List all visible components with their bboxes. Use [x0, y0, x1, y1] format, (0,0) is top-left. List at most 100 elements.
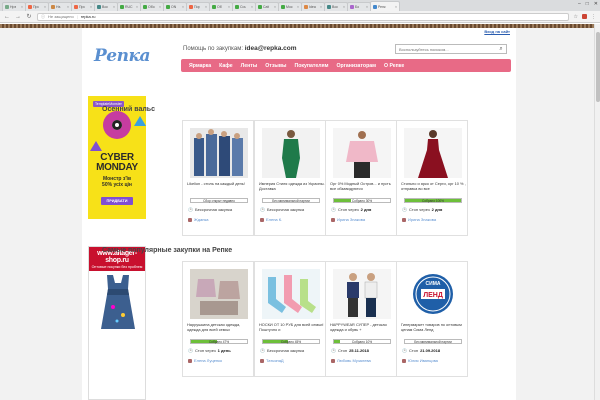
card-image[interactable] [262, 128, 320, 178]
card-image[interactable] [333, 269, 391, 319]
tab-close-icon[interactable]: × [44, 5, 46, 9]
info-icon[interactable]: ⓘ [41, 14, 45, 20]
card-organizer[interactable]: Елена К. [260, 217, 282, 222]
card-organizer[interactable]: Елена Луценко [188, 358, 222, 363]
card-image[interactable] [333, 128, 391, 178]
browser-tab[interactable]: Вос × [94, 2, 118, 11]
purchase-card[interactable]: HAPPYWEAR СУПЕР - детская одежда и обувь… [325, 261, 397, 377]
tab-favicon-icon [97, 5, 101, 9]
address-field[interactable]: ⓘ Не защищено | repka.ru [37, 12, 569, 21]
ad-buy-button[interactable]: ПРИДБАТИ [101, 197, 133, 205]
organizer-name: Елена К. [266, 217, 283, 222]
browser-tab[interactable]: Catt × [255, 2, 279, 11]
card-title[interactable]: Likelion - стиль на каждый день! [187, 181, 253, 196]
tab-close-icon[interactable]: × [205, 5, 207, 9]
tab-close-icon[interactable]: × [297, 5, 299, 9]
card-organizer[interactable]: Ирина Знакова [331, 217, 365, 222]
purchase-card[interactable]: ЛЕНД СИМА Гипермаркет товаров по оптовым ц… [396, 261, 468, 377]
progress-label: Без минимальной партии [414, 339, 452, 344]
tab-close-icon[interactable]: × [113, 5, 115, 9]
cyber-monday-ad[interactable]: TemplateMonster CYBER MONDAY Монстр з'їв… [88, 96, 146, 219]
browser-tab[interactable]: ON × [163, 2, 187, 11]
tab-close-icon[interactable]: × [274, 5, 276, 9]
browser-tab[interactable]: Cou × [232, 2, 256, 11]
page-scrollbar[interactable] [594, 24, 600, 400]
card-organizer[interactable]: ТатьянаД [260, 358, 284, 363]
close-window-icon[interactable]: ✕ [594, 1, 598, 7]
card-meta: 🕒 Стоп через 1 день [188, 348, 231, 353]
menu-item[interactable]: Ленты [241, 63, 258, 69]
card-organizer[interactable]: Любовь Музалева [331, 358, 371, 363]
search-icon[interactable]: ⌕ [496, 46, 506, 53]
bookmark-star-icon[interactable]: ☆ [574, 14, 578, 20]
forward-icon[interactable]: → [15, 14, 21, 20]
card-organizer[interactable]: Юлия Иванцова [402, 358, 438, 363]
tab-close-icon[interactable]: × [366, 5, 368, 9]
purchase-card[interactable]: Наррушкина детская одежда, одежда для вс… [182, 261, 254, 377]
browser-tab[interactable]: Мос × [278, 2, 302, 11]
browser-tab[interactable]: Вос × [324, 2, 348, 11]
purchase-card[interactable]: Стильно и ярко от Серги, орг 10 % , отпр… [396, 120, 468, 236]
card-image[interactable] [190, 269, 248, 319]
tab-close-icon[interactable]: × [136, 5, 138, 9]
browser-tab[interactable]: Про × [25, 2, 49, 11]
tab-close-icon[interactable]: × [159, 5, 161, 9]
card-organizer[interactable]: Ирина Знакова [402, 217, 436, 222]
browser-tab[interactable]: Об × [209, 2, 233, 11]
extension-icon[interactable] [582, 13, 587, 19]
purchase-card[interactable]: Империя Стиля одежда из Украины. Доставк… [254, 120, 326, 236]
search-input[interactable] [396, 46, 496, 52]
browser-tab[interactable]: Пор × [186, 2, 210, 11]
tab-close-icon[interactable]: × [343, 5, 345, 9]
card-image[interactable] [262, 269, 320, 319]
tab-close-icon[interactable]: × [90, 5, 92, 9]
card-title[interactable]: Империя Стиля одежда из Украины. Доставк… [259, 181, 325, 196]
tab-close-icon[interactable]: × [21, 5, 23, 9]
menu-dots-icon[interactable]: ⋮ [591, 14, 596, 20]
altager-shop-ad[interactable]: www.altager-shop.ru Оптовые покупки без … [88, 246, 146, 400]
scrollbar-thumb[interactable] [596, 32, 600, 102]
card-image[interactable] [404, 128, 462, 178]
tab-close-icon[interactable]: × [395, 5, 397, 9]
purchase-card[interactable]: Likelion - стиль на каждый день! Сбор отк… [182, 120, 254, 236]
browser-tab[interactable]: Нэ. × [48, 2, 72, 11]
help-email[interactable]: idea@repka.com [245, 45, 297, 52]
tab-close-icon[interactable]: × [228, 5, 230, 9]
tab-close-icon[interactable]: × [182, 5, 184, 9]
tab-close-icon[interactable]: × [67, 5, 69, 9]
menu-item[interactable]: Организаторам [336, 63, 376, 69]
card-title[interactable]: HAPPYWEAR СУПЕР - детская одежда и обувь… [330, 322, 396, 337]
browser-tab[interactable]: Бо × [347, 2, 371, 11]
tab-close-icon[interactable]: × [251, 5, 253, 9]
menu-item[interactable]: Покупателям [294, 63, 328, 69]
clock-icon: 🕒 [260, 207, 265, 212]
card-title[interactable]: НОСКИ ОТ 10 РУБ для всей семьи! Поштучно… [259, 322, 325, 337]
menu-item[interactable]: Кафе [219, 63, 232, 69]
card-title[interactable]: Стильно и ярко от Серги, орг 10 % , отпр… [401, 181, 467, 196]
browser-tab[interactable]: Про × [71, 2, 95, 11]
purchase-card[interactable]: НОСКИ ОТ 10 РУБ для всей семьи! Поштучно… [254, 261, 326, 377]
login-link[interactable]: Вход на сайт [484, 29, 510, 34]
browser-tab[interactable]: Обо × [140, 2, 164, 11]
browser-tab[interactable]: Idea × [301, 2, 325, 11]
browser-tab[interactable]: Репк × [370, 1, 400, 11]
card-image[interactable]: ЛЕНД СИМА [404, 269, 462, 319]
card-title[interactable]: Гипермаркет товаров по оптовым ценам Сим… [401, 322, 467, 337]
card-title[interactable]: Наррушкина детская одежда, одежда для вс… [187, 322, 253, 337]
back-icon[interactable]: ← [4, 14, 10, 20]
browser-tab[interactable]: Нрэ × [2, 2, 26, 11]
site-logo[interactable]: Репка [94, 46, 150, 66]
tab-close-icon[interactable]: × [320, 5, 322, 9]
card-title[interactable]: Орг 0% Модный Остров... и пусть все обза… [330, 181, 396, 196]
reload-icon[interactable]: ↻ [26, 13, 32, 20]
tab-favicon-icon [235, 5, 239, 9]
purchase-card[interactable]: Орг 0% Модный Остров... и пусть все обза… [325, 120, 397, 236]
menu-item[interactable]: Отзывы [265, 63, 286, 69]
card-image[interactable] [190, 128, 248, 178]
menu-item[interactable]: Ярмарка [189, 63, 211, 69]
maximize-icon[interactable]: □ [586, 1, 589, 7]
minimize-icon[interactable]: – [578, 1, 581, 7]
browser-tab[interactable]: RUC × [117, 2, 141, 11]
menu-item[interactable]: О Репке [384, 63, 404, 69]
card-organizer[interactable]: Жданка [188, 217, 209, 222]
